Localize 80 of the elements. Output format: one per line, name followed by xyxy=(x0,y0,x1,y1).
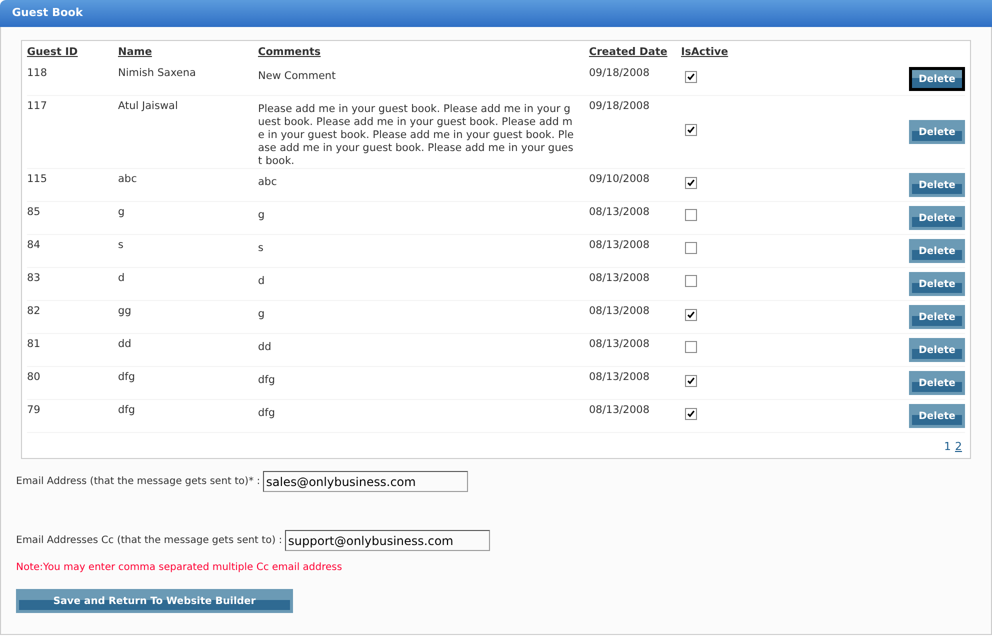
table-cell: 83 xyxy=(27,272,40,284)
table-cell-text: s xyxy=(258,242,264,255)
table-cell: 82 xyxy=(27,305,40,317)
table-cell: 08/13/2008 xyxy=(589,305,650,317)
delete-button[interactable]: Delete xyxy=(909,404,965,428)
checkbox[interactable] xyxy=(685,177,697,190)
table-cell: 09/10/2008 xyxy=(589,173,650,185)
input-field[interactable]: support@onlybusiness.com xyxy=(285,530,490,551)
table-cell: 85 xyxy=(27,206,40,218)
table-cell: Please add me in your guest book. Please add me in your guest book. Please add me in your guest book. Please add me in your guest book. Please add me in your guest book. Please add me in your guest book. Please add me in your guest book. xyxy=(258,103,574,168)
table-cell-text: dd xyxy=(258,341,272,354)
page-link[interactable]: 2 xyxy=(955,439,962,456)
table-cell-text: dfg xyxy=(258,374,276,387)
checkbox[interactable] xyxy=(685,209,697,222)
table-cell: dfg xyxy=(118,371,136,383)
checkbox[interactable] xyxy=(685,375,697,388)
checkbox[interactable] xyxy=(685,242,697,254)
table-cell: 08/13/2008 xyxy=(589,338,650,350)
column-header[interactable]: Guest ID xyxy=(27,46,78,58)
delete-button[interactable]: Delete xyxy=(909,371,965,395)
table-cell-text: New Comment xyxy=(258,70,337,83)
column-header[interactable]: Name xyxy=(118,46,152,58)
table-cell: Nimish Saxena xyxy=(118,67,196,79)
check-icon xyxy=(687,377,695,386)
field-label: Email Addresses Cc (that the message gets sent to) : xyxy=(16,534,282,548)
table-cell: 09/18/2008 xyxy=(589,67,650,79)
table-cell: s xyxy=(118,239,124,251)
field-label: Email Address (that the message gets sent to)* : xyxy=(16,475,260,489)
table-cell: 118 xyxy=(27,67,48,79)
table-cell: d xyxy=(118,272,125,284)
table-cell: 08/13/2008 xyxy=(589,272,650,284)
table-cell-text: g xyxy=(258,308,266,321)
save-button[interactable]: Save and Return To Website Builder xyxy=(16,589,293,613)
delete-button[interactable]: Delete xyxy=(909,239,965,263)
note-text: Note:You may enter comma separated multiple Cc email address xyxy=(16,561,344,575)
check-icon xyxy=(687,410,695,418)
table-cell: 08/13/2008 xyxy=(589,371,650,383)
table-cell-text: g xyxy=(258,209,266,222)
check-icon xyxy=(687,126,695,134)
checkbox[interactable] xyxy=(685,408,697,420)
checkbox[interactable] xyxy=(685,71,697,84)
delete-button[interactable]: Delete xyxy=(909,272,965,296)
table-cell: g xyxy=(118,206,125,218)
table-cell: abc xyxy=(118,173,137,185)
check-icon xyxy=(687,311,695,320)
page-link[interactable]: 1 xyxy=(944,439,951,456)
table-cell: 117 xyxy=(27,100,48,112)
check-icon xyxy=(687,73,695,82)
table-cell: 09/18/2008 xyxy=(589,100,650,112)
input-field[interactable]: sales@onlybusiness.com xyxy=(263,471,468,492)
table-cell: dd xyxy=(118,338,132,350)
delete-button[interactable]: Delete xyxy=(909,67,965,91)
check-icon xyxy=(687,179,695,188)
delete-button[interactable]: Delete xyxy=(909,173,965,197)
table-cell: 08/13/2008 xyxy=(589,239,650,251)
table-cell: gg xyxy=(118,305,132,317)
table-cell: Atul Jaiswal xyxy=(118,100,178,112)
table-cell-text: abc xyxy=(258,176,278,189)
table-cell: dfg xyxy=(118,404,136,416)
delete-button[interactable]: Delete xyxy=(909,305,965,329)
column-header[interactable]: IsActive xyxy=(681,46,728,58)
delete-button[interactable]: Delete xyxy=(909,120,965,144)
checkbox[interactable] xyxy=(685,124,697,136)
column-header[interactable]: Created Date xyxy=(589,46,668,58)
checkbox[interactable] xyxy=(685,341,697,354)
checkbox[interactable] xyxy=(685,275,697,288)
table-cell: 08/13/2008 xyxy=(589,206,650,218)
table-cell: 84 xyxy=(27,239,40,251)
table-cell: 115 xyxy=(27,173,48,185)
column-header[interactable]: Comments xyxy=(258,46,321,58)
table-cell: 79 xyxy=(27,404,40,416)
table-cell: 80 xyxy=(27,371,40,383)
table-cell: 81 xyxy=(27,338,40,350)
table-cell-text: d xyxy=(258,275,266,288)
table-cell-text: dfg xyxy=(258,407,276,420)
title-bar: Guest Book xyxy=(0,0,992,27)
delete-button[interactable]: Delete xyxy=(909,338,965,362)
checkbox[interactable] xyxy=(685,309,697,322)
table-cell: 08/13/2008 xyxy=(589,404,650,416)
delete-button[interactable]: Delete xyxy=(909,206,965,230)
